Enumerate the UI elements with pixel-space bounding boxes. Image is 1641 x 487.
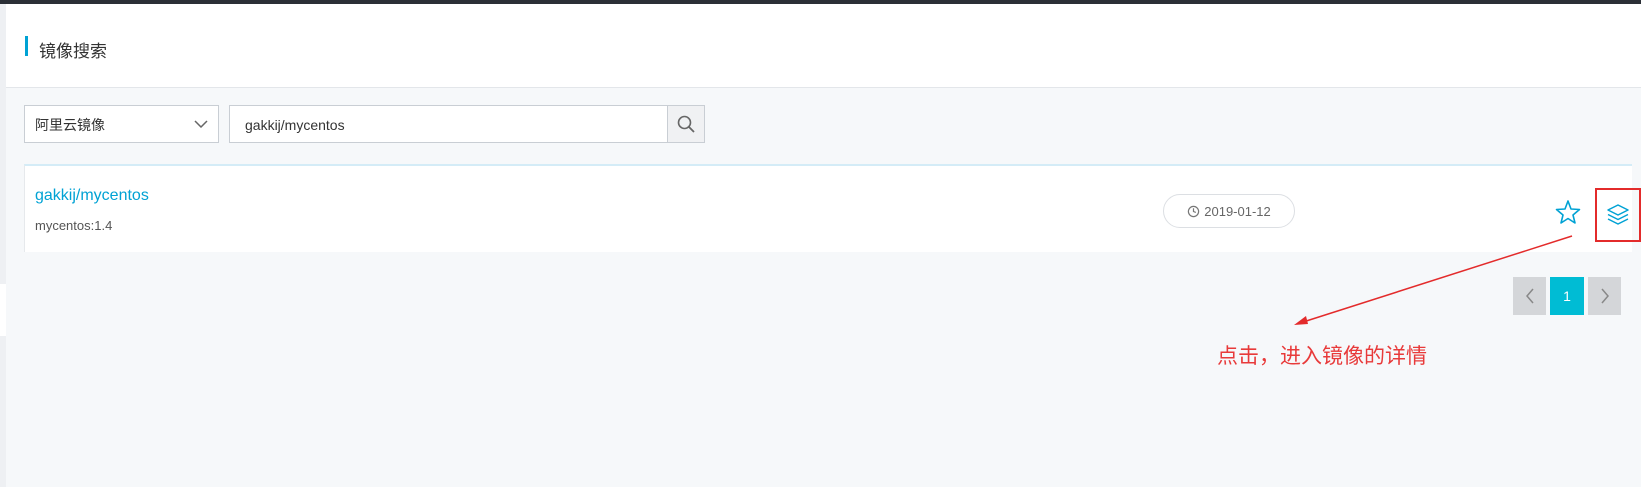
chevron-down-icon bbox=[194, 120, 208, 129]
page-title: 镜像搜索 bbox=[39, 42, 107, 62]
annotation-text: 点击，进入镜像的详情 bbox=[1217, 344, 1427, 368]
sidebar-notch bbox=[0, 284, 6, 336]
search-icon bbox=[677, 115, 695, 133]
search-input[interactable]: gakkij/mycentos bbox=[229, 105, 705, 143]
image-tag: mycentos:1.4 bbox=[35, 218, 113, 233]
date-badge: 2019-01-12 bbox=[1163, 194, 1295, 228]
image-name-link[interactable]: gakkij/mycentos bbox=[35, 187, 149, 205]
date-text: 2019-01-12 bbox=[1204, 203, 1271, 219]
image-detail-button[interactable] bbox=[1595, 188, 1641, 242]
search-input-value: gakkij/mycentos bbox=[245, 117, 345, 133]
registry-select[interactable]: 阿里云镜像 bbox=[24, 105, 219, 143]
search-button[interactable] bbox=[667, 105, 705, 143]
registry-select-value: 阿里云镜像 bbox=[35, 118, 105, 134]
layers-icon bbox=[1607, 204, 1629, 225]
chevron-right-icon bbox=[1600, 288, 1609, 304]
page-header: 镜像搜索 bbox=[6, 4, 1641, 88]
clock-icon bbox=[1188, 205, 1200, 217]
title-accent-bar bbox=[25, 36, 28, 56]
star-icon[interactable] bbox=[1555, 199, 1581, 225]
annotation-arrow bbox=[1294, 235, 1573, 325]
pagination-next-button[interactable] bbox=[1588, 277, 1621, 315]
